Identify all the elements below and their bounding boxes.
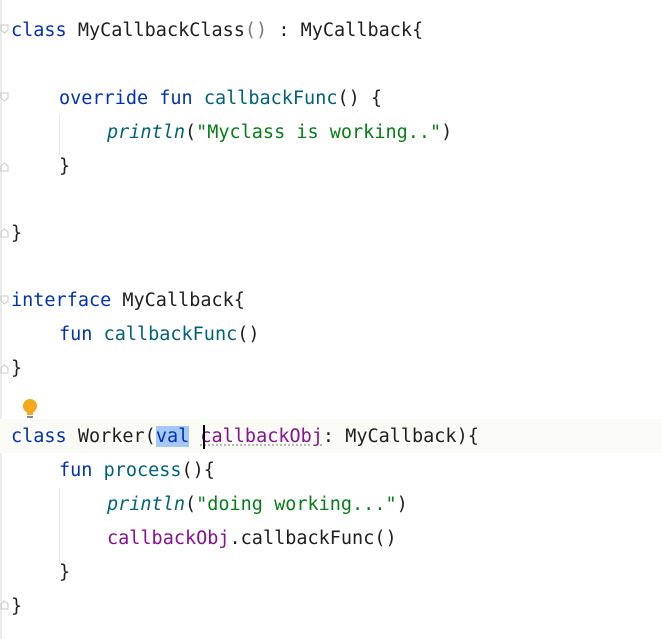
close-brace: } xyxy=(11,358,23,379)
keyword-val-selected[interactable]: val xyxy=(155,426,190,447)
keyword-class: class xyxy=(11,20,67,41)
lightbulb-icon[interactable] xyxy=(21,398,39,420)
close-brace: } xyxy=(59,156,71,177)
signature-rest: () xyxy=(237,324,260,345)
code-line-14[interactable]: } xyxy=(11,590,22,624)
dot: . xyxy=(229,528,241,549)
signature-rest: () { xyxy=(337,88,383,109)
code-line-11[interactable]: println("doing working...") xyxy=(107,488,408,522)
colon: : xyxy=(322,426,346,447)
indent-guide xyxy=(59,488,60,564)
indent-guide xyxy=(59,115,60,155)
close-brace: } xyxy=(11,223,23,244)
keyword-override: override xyxy=(59,88,149,109)
signature-rest: ){ xyxy=(456,426,479,447)
text-cursor-icon xyxy=(203,425,205,449)
close-paren: ) xyxy=(396,494,408,515)
code-line-12[interactable]: callbackObj.callbackFunc() xyxy=(107,522,397,556)
println-call: println xyxy=(107,494,185,515)
code-line-3[interactable]: println("Myclass is working..") xyxy=(107,116,452,150)
class-name: Worker xyxy=(77,426,145,447)
open-paren: ( xyxy=(184,122,197,143)
function-name: callbackFunc xyxy=(103,324,238,345)
keyword-fun: fun xyxy=(59,324,93,345)
println-call: println xyxy=(107,122,185,143)
code-line-13[interactable]: } xyxy=(59,556,70,590)
signature-rest: (){ xyxy=(181,460,215,481)
code-line-4[interactable]: } xyxy=(59,150,70,184)
code-line-2[interactable]: override fun callbackFunc() { xyxy=(59,82,382,116)
close-brace: } xyxy=(11,596,23,617)
keyword-fun: fun xyxy=(159,88,193,109)
fold-marker-icon[interactable] xyxy=(0,92,9,102)
interface-name: MyCallback xyxy=(122,290,234,311)
code-line-8[interactable]: } xyxy=(11,352,22,386)
open-brace: { xyxy=(233,290,245,311)
parameter-type: MyCallback xyxy=(345,426,457,447)
code-line-9[interactable]: class Worker(val callbackObj: MyCallback… xyxy=(11,420,479,454)
fold-marker-icon[interactable] xyxy=(0,228,9,238)
fold-marker-icon[interactable] xyxy=(0,295,9,305)
open-paren: ( xyxy=(184,494,197,515)
function-name: process xyxy=(103,460,182,481)
fold-marker-icon[interactable] xyxy=(0,364,9,374)
supertype: MyCallback xyxy=(300,20,413,41)
fold-marker-icon[interactable] xyxy=(0,24,9,34)
code-line-10[interactable]: fun process(){ xyxy=(59,454,215,488)
fold-marker-icon[interactable] xyxy=(0,162,9,172)
keyword-interface: interface xyxy=(11,290,112,311)
parameter-name: callbackObj xyxy=(200,426,323,447)
keyword-class: class xyxy=(11,426,67,447)
open-paren: ( xyxy=(144,426,156,447)
class-name: MyCallbackClass xyxy=(77,20,245,41)
call-parens: () xyxy=(374,528,397,549)
constructor-parens: () xyxy=(244,20,268,41)
string-text: "Myclass is working.." xyxy=(196,122,442,143)
method-call: callbackFunc xyxy=(240,528,375,549)
keyword-fun: fun xyxy=(59,460,93,481)
close-paren: ) xyxy=(441,122,453,143)
string-literal: "doing working..." xyxy=(196,494,397,515)
code-editor[interactable]: class MyCallbackClass() : MyCallback{ ov… xyxy=(0,0,662,639)
function-name: callbackFunc xyxy=(203,88,338,109)
code-line-6[interactable]: interface MyCallback{ xyxy=(11,284,245,318)
colon: : xyxy=(267,20,301,41)
code-line-7[interactable]: fun callbackFunc() xyxy=(59,318,260,352)
callback-object-ref: callbackObj xyxy=(107,528,230,549)
fold-marker-icon[interactable] xyxy=(0,600,9,610)
code-line-5[interactable]: } xyxy=(11,217,22,251)
string-literal: "Myclass is working.." xyxy=(196,122,441,143)
code-line-1[interactable]: class MyCallbackClass() : MyCallback{ xyxy=(11,14,423,48)
close-brace: } xyxy=(59,562,71,583)
open-brace: { xyxy=(412,20,424,41)
